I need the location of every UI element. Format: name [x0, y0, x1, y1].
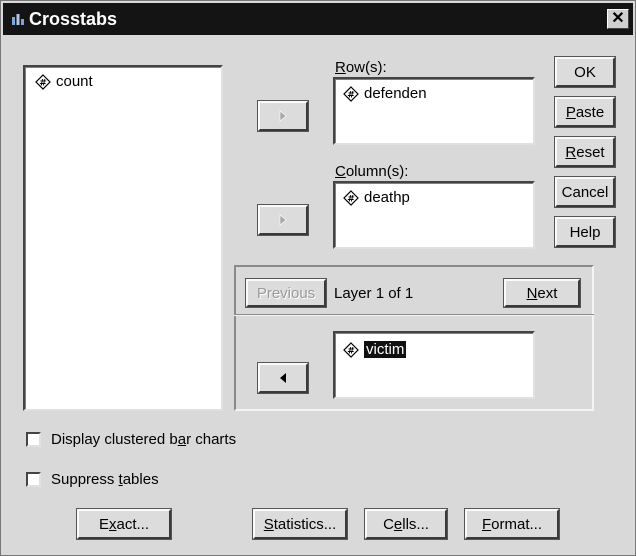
- cancel-label: Cancel: [561, 183, 609, 201]
- reset-button[interactable]: Reset: [554, 136, 616, 168]
- reset-label: Reset: [565, 143, 605, 161]
- paste-label: Paste: [565, 103, 605, 121]
- ok-button[interactable]: OK: [554, 56, 616, 88]
- statistics-button[interactable]: Statistics...: [252, 508, 348, 540]
- clustered-bar-label[interactable]: Display clustered bar charts: [51, 431, 236, 448]
- list-item-count[interactable]: # count: [35, 73, 93, 90]
- help-button[interactable]: Help: [554, 216, 616, 248]
- cells-button[interactable]: Cells...: [364, 508, 448, 540]
- svg-text:#: #: [347, 346, 355, 356]
- layer-list[interactable]: # victim: [333, 331, 535, 399]
- arrow-left-icon: [280, 373, 286, 383]
- cells-label: Cells...: [383, 515, 429, 533]
- arrow-right-icon: [279, 110, 287, 122]
- previous-label: Previous: [256, 284, 316, 302]
- svg-text:#: #: [347, 90, 355, 100]
- previous-layer-button[interactable]: Previous: [245, 278, 327, 308]
- suppress-tables-checkbox[interactable]: [26, 472, 41, 487]
- layer-divider: [234, 314, 594, 316]
- rows-label: Row(s):: [335, 59, 387, 76]
- help-label: Help: [569, 223, 601, 241]
- format-label: Format...: [481, 515, 543, 533]
- ok-label: OK: [574, 63, 596, 81]
- crosstabs-dialog: Crosstabs ✕ # count Row(s): # defenden C…: [0, 0, 636, 556]
- numeric-variable-icon: #: [35, 73, 51, 90]
- variable-label: victim: [364, 341, 407, 358]
- numeric-variable-icon: #: [343, 341, 359, 358]
- variable-label: count: [56, 73, 93, 90]
- svg-text:#: #: [39, 78, 47, 88]
- numeric-variable-icon: #: [343, 189, 359, 206]
- cancel-button[interactable]: Cancel: [554, 176, 616, 208]
- move-from-layer-button[interactable]: [257, 362, 309, 394]
- exact-label: Exact...: [98, 515, 150, 533]
- columns-list[interactable]: # deathp: [333, 181, 535, 249]
- rows-list[interactable]: # defenden: [333, 77, 535, 145]
- list-item-deathp[interactable]: # deathp: [343, 189, 410, 206]
- variable-label: defenden: [364, 85, 427, 102]
- exact-button[interactable]: Exact...: [76, 508, 172, 540]
- layer-status: Layer 1 of 1: [334, 285, 414, 302]
- svg-text:#: #: [347, 194, 355, 204]
- columns-label: Column(s):: [335, 163, 409, 180]
- next-label: Next: [526, 284, 558, 302]
- numeric-variable-icon: #: [343, 85, 359, 102]
- close-button[interactable]: ✕: [607, 9, 629, 29]
- suppress-tables-label[interactable]: Suppress tables: [51, 471, 159, 488]
- statistics-label: Statistics...: [263, 515, 337, 533]
- next-layer-button[interactable]: Next: [503, 278, 581, 308]
- variable-label: deathp: [364, 189, 410, 206]
- clustered-bar-checkbox[interactable]: [26, 432, 41, 447]
- source-variable-list[interactable]: # count: [23, 65, 223, 411]
- list-item-defenden[interactable]: # defenden: [343, 85, 427, 102]
- move-to-columns-button[interactable]: [257, 204, 309, 236]
- close-icon: ✕: [611, 10, 625, 27]
- paste-button[interactable]: Paste: [554, 96, 616, 128]
- title-bar[interactable]: Crosstabs ✕: [3, 3, 633, 35]
- arrow-right-icon: [279, 214, 287, 226]
- format-button[interactable]: Format...: [464, 508, 560, 540]
- list-item-victim[interactable]: # victim: [343, 341, 407, 358]
- move-to-rows-button[interactable]: [257, 100, 309, 132]
- crosstabs-app-icon: [12, 14, 24, 25]
- dialog-title: Crosstabs: [29, 9, 118, 29]
